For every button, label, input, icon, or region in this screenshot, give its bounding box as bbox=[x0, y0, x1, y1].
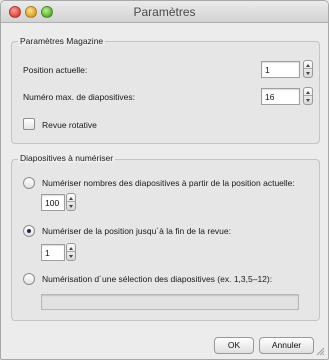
max-slides-label: Numéro max. de diapositives: bbox=[23, 92, 135, 102]
scan-from-position-label: Numériser nombres des diapositives à par… bbox=[42, 178, 295, 188]
window-title: Paramètres bbox=[133, 5, 196, 19]
scan-start-position-stepper[interactable] bbox=[66, 243, 76, 261]
rotative-label: Revue rotative bbox=[42, 120, 97, 130]
stepper-up-arrow-icon[interactable] bbox=[304, 88, 312, 96]
scan-to-end-label: Numériser de la position jusqu´à la fin … bbox=[42, 226, 231, 236]
stepper-down-arrow-icon[interactable] bbox=[304, 96, 312, 104]
current-position-stepper[interactable] bbox=[303, 60, 313, 78]
scan-selection-label: Numérisation d´une sélection des diaposi… bbox=[42, 274, 273, 284]
max-slides-input[interactable]: 16 bbox=[261, 88, 300, 105]
scan-to-end-radio[interactable] bbox=[23, 225, 35, 237]
rotative-checkbox[interactable] bbox=[23, 118, 35, 130]
scan-count-stepper[interactable] bbox=[66, 193, 76, 211]
settings-window: Paramètres Paramètres Magazine Position … bbox=[0, 0, 329, 360]
max-slides-stepper[interactable] bbox=[303, 87, 313, 105]
stepper-down-arrow-icon[interactable] bbox=[67, 252, 75, 260]
title-bar: Paramètres bbox=[1, 1, 328, 23]
scan-count-input[interactable]: 100 bbox=[41, 194, 65, 211]
scan-selection-input[interactable] bbox=[41, 294, 299, 310]
resize-grip-icon[interactable] bbox=[316, 347, 325, 356]
stepper-down-arrow-icon[interactable] bbox=[67, 202, 75, 210]
scan-start-position-input[interactable]: 1 bbox=[41, 244, 65, 261]
magazine-settings-legend: Paramètres Magazine bbox=[18, 36, 106, 46]
cancel-button[interactable]: Annuler bbox=[259, 337, 314, 354]
scan-selection-radio[interactable] bbox=[23, 273, 35, 285]
stepper-down-arrow-icon[interactable] bbox=[304, 69, 312, 77]
ok-button[interactable]: OK bbox=[214, 337, 254, 354]
stepper-up-arrow-icon[interactable] bbox=[304, 61, 312, 69]
slides-to-scan-legend: Diapositives à numériser bbox=[18, 153, 116, 163]
current-position-input[interactable]: 1 bbox=[261, 61, 300, 78]
scan-from-position-radio[interactable] bbox=[23, 177, 35, 189]
current-position-label: Position actuelle: bbox=[23, 65, 88, 75]
stepper-up-arrow-icon[interactable] bbox=[67, 194, 75, 202]
stepper-up-arrow-icon[interactable] bbox=[67, 244, 75, 252]
